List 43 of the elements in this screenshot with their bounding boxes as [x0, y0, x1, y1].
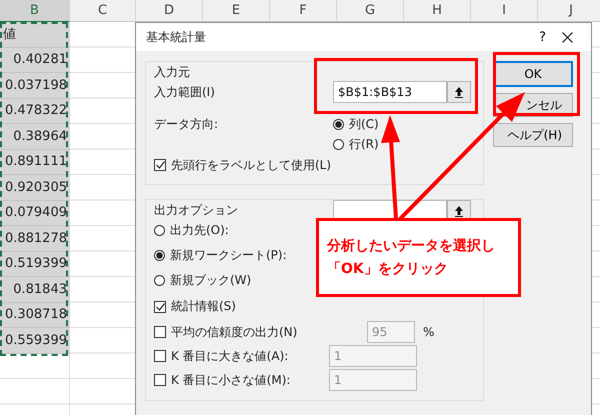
table-cell: 0.079409	[0, 200, 70, 226]
radio-button[interactable]: 新規ワークシート(P):	[154, 247, 287, 264]
table-cell: 0.81843	[0, 277, 70, 302]
checkbox[interactable]: K 番目に大きな値(A):	[154, 348, 288, 364]
column-header[interactable]: H	[404, 0, 471, 22]
checkbox[interactable]: 先頭行をラベルとして使用(L)	[154, 156, 332, 174]
field-label: 入力範囲(I)	[154, 84, 216, 100]
table-cell: 0.519399	[0, 252, 70, 277]
checkbox[interactable]: 統計情報(S)	[154, 298, 236, 315]
table-cell: 0.308718	[0, 302, 70, 328]
table-cell: 0.037198	[0, 73, 70, 98]
table-cell: 0.881278	[0, 226, 70, 252]
table-cell: 0.40281	[0, 48, 70, 73]
dialog-button[interactable]: OK	[493, 61, 573, 87]
dialog-button[interactable]: ヘルプ(H)	[493, 123, 573, 147]
column-header[interactable]: E	[203, 0, 270, 22]
unit-label: %	[423, 325, 434, 339]
window-title: 基本統計量	[146, 28, 207, 46]
checkbox[interactable]: K 番目に小さな値(M):	[154, 372, 290, 388]
field-label: データ方向:	[154, 116, 220, 132]
table-cell: 0.478322	[0, 98, 70, 124]
table-cell: 0.891111	[0, 150, 70, 175]
group-title: 入力元	[154, 64, 190, 80]
column-header[interactable]: F	[270, 0, 337, 22]
table-cell: 0.559399	[0, 328, 70, 354]
column-header[interactable]: I	[471, 0, 538, 22]
help-button[interactable]: ?	[531, 30, 554, 44]
column-header[interactable]: B	[0, 0, 70, 22]
input-field[interactable]: $B$1:$B$13	[333, 81, 447, 103]
checkbox[interactable]: 平均の信頼度の出力(N)	[154, 324, 298, 340]
table-cell: 0.920305	[0, 175, 70, 200]
column-header[interactable]: C	[70, 0, 136, 22]
radio-button[interactable]: 出力先(O):	[154, 222, 229, 239]
table-cell: 値	[0, 22, 70, 48]
group-title: 出力オプション	[154, 202, 238, 218]
radio-button[interactable]: 行(R)	[333, 136, 379, 152]
table-cell: 0.38964	[0, 124, 70, 150]
column-header[interactable]: J	[538, 0, 600, 22]
annotation-callout: 分析したいデータを選択し 「OK」をクリック	[316, 218, 521, 297]
radio-button[interactable]: 列(C)	[333, 116, 379, 132]
column-header[interactable]: G	[337, 0, 404, 22]
radio-button[interactable]: 新規ブック(W)	[154, 272, 252, 289]
column-header[interactable]: D	[136, 0, 203, 22]
